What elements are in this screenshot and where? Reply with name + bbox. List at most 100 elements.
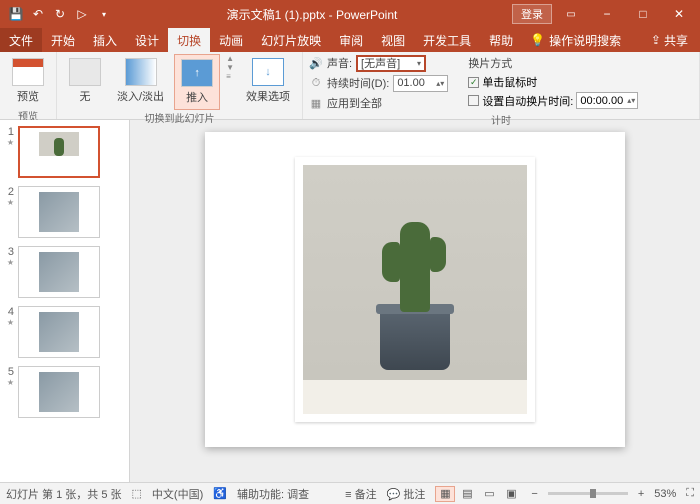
slide-thumbnail-panel[interactable]: 1 ★ 2 ★ 3 ★ 4 ★ 5 ★ bbox=[0, 120, 130, 482]
thumb-number: 4 bbox=[4, 306, 14, 318]
tab-design[interactable]: 设计 bbox=[126, 28, 168, 52]
fit-to-window-button[interactable]: ⛶ bbox=[686, 487, 694, 500]
zoom-slider[interactable] bbox=[548, 492, 628, 495]
group-transitions: 无 淡入/淡出 ↑ 推入 ▲▼≡ ↓ 效果选项 切换到此幻灯片 bbox=[57, 52, 303, 119]
preview-button[interactable]: 预览 bbox=[6, 54, 50, 108]
slide-sorter-button[interactable]: ▤ bbox=[457, 486, 477, 502]
reading-view-button[interactable]: ▭ bbox=[479, 486, 499, 502]
fade-icon bbox=[125, 58, 157, 86]
title-bar: 💾 ↶ ↻ ▷ ▾ 演示文稿1 (1).pptx - PowerPoint 登录… bbox=[0, 0, 700, 28]
on-mouse-click-checkbox[interactable]: ✓ 单击鼠标时 bbox=[468, 74, 638, 90]
duration-icon: ⏱ bbox=[309, 76, 323, 90]
start-from-beginning-icon[interactable]: ▷ bbox=[74, 6, 90, 22]
thumb-preview[interactable] bbox=[18, 366, 100, 418]
zoom-out-button[interactable]: − bbox=[531, 488, 537, 500]
animation-star-icon: ★ bbox=[7, 138, 14, 147]
thumb-number: 1 bbox=[4, 126, 14, 138]
animation-star-icon: ★ bbox=[7, 378, 14, 387]
tab-insert[interactable]: 插入 bbox=[84, 28, 126, 52]
push-icon: ↑ bbox=[181, 59, 213, 87]
qat-dropdown-icon[interactable]: ▾ bbox=[96, 6, 112, 22]
animation-star-icon: ★ bbox=[7, 198, 14, 207]
redo-icon[interactable]: ↻ bbox=[52, 6, 68, 22]
apply-all-button[interactable]: 应用到全部 bbox=[327, 95, 382, 111]
zoom-percent[interactable]: 53% bbox=[654, 488, 676, 500]
view-buttons: ▦ ▤ ▭ ▣ bbox=[435, 486, 521, 502]
window-title: 演示文稿1 (1).pptx - PowerPoint bbox=[112, 6, 512, 23]
tell-me-search[interactable]: 💡 操作说明搜索 bbox=[522, 28, 629, 52]
thumb-photo bbox=[39, 252, 79, 292]
sound-combo[interactable]: [无声音] ▾ bbox=[356, 55, 426, 72]
notes-button[interactable]: ≡ 备注 bbox=[345, 486, 376, 502]
none-icon bbox=[69, 58, 101, 86]
save-icon[interactable]: 💾 bbox=[8, 6, 24, 22]
duration-label: 持续时间(D): bbox=[327, 75, 389, 91]
close-button[interactable]: ✕ bbox=[662, 3, 696, 25]
spinner-icon: ▴▾ bbox=[623, 96, 635, 105]
slide-thumbnail[interactable]: 2 ★ bbox=[4, 186, 125, 238]
spellcheck-icon[interactable]: ⬚ bbox=[132, 487, 142, 500]
tab-home[interactable]: 开始 bbox=[42, 28, 84, 52]
effect-options-button[interactable]: ↓ 效果选项 bbox=[240, 54, 296, 108]
slide-thumbnail[interactable]: 4 ★ bbox=[4, 306, 125, 358]
tab-review[interactable]: 审阅 bbox=[330, 28, 372, 52]
thumb-number: 3 bbox=[4, 246, 14, 258]
ribbon: 预览 预览 无 淡入/淡出 ↑ 推入 ▲▼≡ ↓ 效果选项 切换到此幻 bbox=[0, 52, 700, 120]
slide-thumbnail[interactable]: 3 ★ bbox=[4, 246, 125, 298]
normal-view-button[interactable]: ▦ bbox=[435, 486, 455, 502]
thumb-photo bbox=[39, 312, 79, 352]
slide-counter[interactable]: 幻灯片 第 1 张，共 5 张 bbox=[6, 486, 122, 502]
apply-all-icon: ▦ bbox=[309, 96, 323, 110]
zoom-in-button[interactable]: + bbox=[638, 488, 644, 500]
slide-thumbnail[interactable]: 5 ★ bbox=[4, 366, 125, 418]
thumb-photo bbox=[39, 372, 79, 412]
advance-slide-label: 换片方式 bbox=[468, 54, 638, 72]
after-time-spinner[interactable]: 00:00.00 ▴▾ bbox=[576, 92, 638, 109]
tab-view[interactable]: 视图 bbox=[372, 28, 414, 52]
animation-star-icon: ★ bbox=[7, 258, 14, 267]
status-bar: 幻灯片 第 1 张，共 5 张 ⬚ 中文(中国) ♿ 辅助功能: 调查 ≡ 备注… bbox=[0, 482, 700, 504]
slide-image[interactable] bbox=[295, 157, 535, 422]
tab-developer[interactable]: 开发工具 bbox=[414, 28, 480, 52]
thumb-preview[interactable] bbox=[18, 306, 100, 358]
thumb-number: 5 bbox=[4, 366, 14, 378]
maximize-button[interactable]: □ bbox=[626, 3, 660, 25]
checkbox-unchecked-icon[interactable] bbox=[468, 95, 479, 106]
thumb-preview[interactable] bbox=[18, 126, 100, 178]
slide-thumbnail[interactable]: 1 ★ bbox=[4, 126, 125, 178]
tab-animations[interactable]: 动画 bbox=[210, 28, 252, 52]
transition-none[interactable]: 无 bbox=[63, 54, 107, 108]
tab-slideshow[interactable]: 幻灯片放映 bbox=[252, 28, 330, 52]
pot-graphic bbox=[380, 310, 450, 370]
transition-fade[interactable]: 淡入/淡出 bbox=[111, 54, 170, 108]
language-indicator[interactable]: 中文(中国) bbox=[152, 486, 203, 502]
thumb-preview[interactable] bbox=[18, 246, 100, 298]
login-button[interactable]: 登录 bbox=[512, 4, 552, 24]
accessibility-icon: ♿ bbox=[213, 487, 227, 500]
thumb-preview[interactable] bbox=[18, 186, 100, 238]
tell-me-label: 操作说明搜索 bbox=[549, 32, 621, 49]
tab-transitions[interactable]: 切换 bbox=[168, 28, 210, 52]
share-button[interactable]: ⇪ 共享 bbox=[639, 28, 700, 52]
thumb-photo bbox=[39, 192, 79, 232]
minimize-button[interactable]: − bbox=[590, 3, 624, 25]
animation-star-icon: ★ bbox=[7, 318, 14, 327]
tab-help[interactable]: 帮助 bbox=[480, 28, 522, 52]
accessibility-status[interactable]: 辅助功能: 调查 bbox=[237, 486, 309, 502]
comments-button[interactable]: 💬 批注 bbox=[387, 486, 426, 502]
tab-file[interactable]: 文件 bbox=[0, 28, 42, 52]
slide-editor[interactable] bbox=[130, 120, 700, 482]
transition-push[interactable]: ↑ 推入 bbox=[174, 54, 220, 110]
spinner-icon: ▴▾ bbox=[432, 79, 444, 88]
sound-icon: 🔊 bbox=[309, 56, 323, 70]
ribbon-options-icon[interactable]: ▭ bbox=[554, 3, 588, 25]
gallery-scroll[interactable]: ▲▼≡ bbox=[224, 54, 236, 81]
after-label: 设置自动换片时间: bbox=[482, 93, 573, 109]
duration-spinner[interactable]: 01.00 ▴▾ bbox=[393, 75, 448, 92]
ribbon-tabs: 文件 开始 插入 设计 切换 动画 幻灯片放映 审阅 视图 开发工具 帮助 💡 … bbox=[0, 28, 700, 52]
undo-icon[interactable]: ↶ bbox=[30, 6, 46, 22]
slideshow-view-button[interactable]: ▣ bbox=[501, 486, 521, 502]
cactus-graphic bbox=[400, 222, 430, 312]
thumb-number: 2 bbox=[4, 186, 14, 198]
current-slide[interactable] bbox=[205, 132, 625, 447]
